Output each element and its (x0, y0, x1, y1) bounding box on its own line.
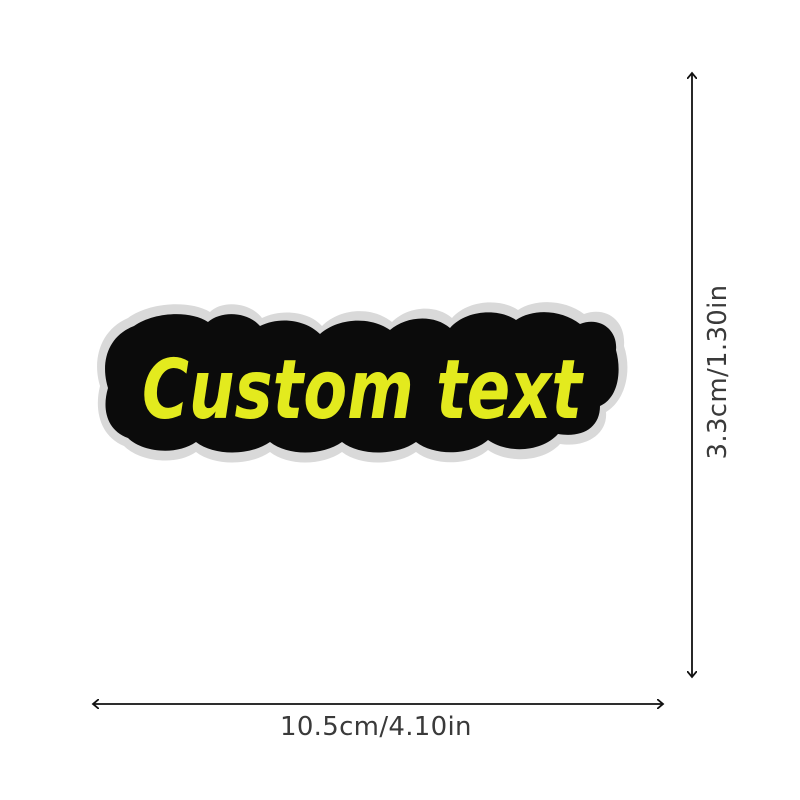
product-illustration: Custom text (0, 0, 800, 800)
height-label: 3.3cm/1.30in (703, 284, 733, 460)
width-label: 10.5cm/4.10in (280, 712, 472, 742)
patch-text: Custom text (142, 343, 584, 438)
embroidered-patch: Custom text (97, 302, 628, 463)
